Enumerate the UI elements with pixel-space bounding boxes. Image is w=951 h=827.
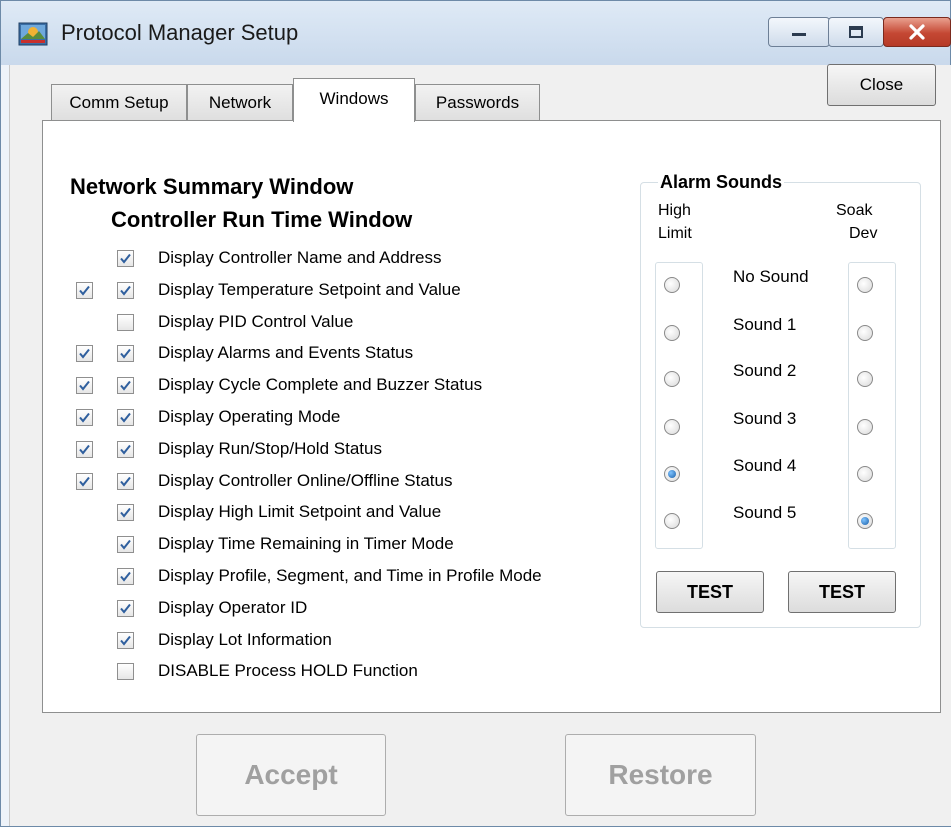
- network-summary-checkbox[interactable]: [76, 473, 93, 490]
- option-label: Display Profile, Segment, and Time in Pr…: [158, 566, 542, 585]
- soak-dev-radio[interactable]: [857, 325, 873, 341]
- high-limit-label-1: High: [658, 202, 691, 219]
- soak-dev-radio[interactable]: [857, 513, 873, 529]
- controller-run-time-checkbox[interactable]: [117, 632, 134, 649]
- high-limit-radio[interactable]: [664, 277, 680, 293]
- controller-run-time-checkbox[interactable]: [117, 568, 134, 585]
- high-limit-radio[interactable]: [664, 371, 680, 387]
- high-limit-radio[interactable]: [664, 466, 680, 482]
- soak-dev-radio[interactable]: [857, 277, 873, 293]
- high-limit-radio[interactable]: [664, 513, 680, 529]
- high-limit-radio[interactable]: [664, 325, 680, 341]
- option-label: Display Lot Information: [158, 630, 332, 649]
- controller-run-time-checkbox[interactable]: [117, 409, 134, 426]
- sound-option-label: Sound 5: [733, 503, 797, 522]
- alarm-sounds-title: Alarm Sounds: [658, 172, 785, 193]
- sound-option-label: Sound 1: [733, 315, 797, 334]
- soak-dev-radio[interactable]: [857, 371, 873, 387]
- network-summary-checkbox[interactable]: [76, 282, 93, 299]
- panel-content: Network Summary Window Controller Run Ti…: [0, 0, 951, 827]
- controller-run-time-checkbox[interactable]: [117, 504, 134, 521]
- controller-run-time-checkbox[interactable]: [117, 663, 134, 680]
- option-label: Display PID Control Value: [158, 312, 354, 331]
- soak-dev-label-2: Dev: [849, 225, 878, 242]
- network-summary-checkbox[interactable]: [76, 409, 93, 426]
- option-label: Display Run/Stop/Hold Status: [158, 439, 382, 458]
- soak-dev-radio-group: [848, 262, 896, 549]
- network-summary-checkbox[interactable]: [76, 441, 93, 458]
- sound-option-label: No Sound: [733, 267, 809, 286]
- controller-run-time-header: Controller Run Time Window: [111, 207, 413, 232]
- sound-option-label: Sound 2: [733, 361, 797, 380]
- controller-run-time-checkbox[interactable]: [117, 314, 134, 331]
- controller-run-time-checkbox[interactable]: [117, 441, 134, 458]
- soak-dev-radio[interactable]: [857, 419, 873, 435]
- soak-dev-radio[interactable]: [857, 466, 873, 482]
- option-label: Display Operator ID: [158, 598, 308, 617]
- option-label: DISABLE Process HOLD Function: [158, 661, 418, 680]
- controller-run-time-checkbox[interactable]: [117, 536, 134, 553]
- high-limit-label-2: Limit: [658, 225, 692, 242]
- option-label: Display Controller Online/Offline Status: [158, 471, 453, 490]
- sound-option-label: Sound 4: [733, 456, 797, 475]
- high-limit-radio[interactable]: [664, 419, 680, 435]
- network-summary-checkbox[interactable]: [76, 345, 93, 362]
- option-label: Display High Limit Setpoint and Value: [158, 502, 442, 521]
- network-summary-checkbox[interactable]: [76, 377, 93, 394]
- soak-dev-test-button[interactable]: TEST: [788, 571, 896, 613]
- soak-dev-label-1: Soak: [836, 202, 873, 219]
- option-label: Display Cycle Complete and Buzzer Status: [158, 375, 483, 394]
- option-label: Display Operating Mode: [158, 407, 341, 426]
- controller-run-time-checkbox[interactable]: [117, 345, 134, 362]
- high-limit-radio-group: [655, 262, 703, 549]
- option-label: Display Time Remaining in Timer Mode: [158, 534, 454, 553]
- sound-option-label: Sound 3: [733, 409, 797, 428]
- option-label: Display Alarms and Events Status: [158, 343, 414, 362]
- high-limit-test-button[interactable]: TEST: [656, 571, 764, 613]
- controller-run-time-checkbox[interactable]: [117, 282, 134, 299]
- option-label: Display Temperature Setpoint and Value: [158, 280, 461, 299]
- controller-run-time-checkbox[interactable]: [117, 600, 134, 617]
- restore-button[interactable]: Restore: [565, 734, 756, 816]
- accept-button[interactable]: Accept: [196, 734, 386, 816]
- controller-run-time-checkbox[interactable]: [117, 377, 134, 394]
- controller-run-time-checkbox[interactable]: [117, 473, 134, 490]
- controller-run-time-checkbox[interactable]: [117, 250, 134, 267]
- network-summary-header: Network Summary Window: [70, 174, 354, 199]
- option-label: Display Controller Name and Address: [158, 248, 442, 267]
